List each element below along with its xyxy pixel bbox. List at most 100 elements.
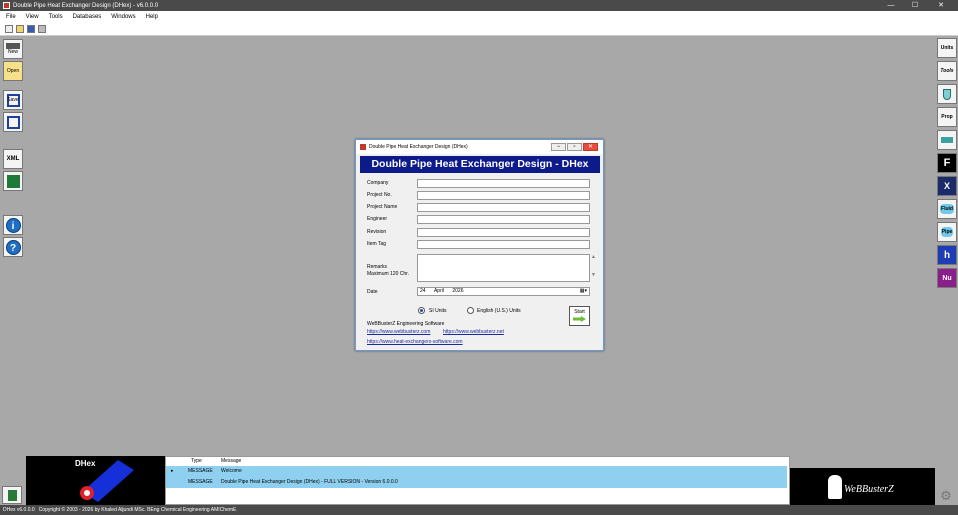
h-coefficient-button[interactable]: h [937,245,957,265]
message-text: Double Pipe Heat Exchanger Design (DHex)… [221,479,398,485]
webbusterz-logo: WeBBusterZ [790,468,935,505]
message-header: Type Message [166,457,787,466]
info-button[interactable]: i [3,215,23,235]
dialog-close-button[interactable]: ✕ [583,143,598,151]
flask-icon [943,88,951,100]
new-file-icon[interactable] [5,25,13,33]
link-heat-exchangers-software[interactable]: https://www.heat-exchangers-software.com [367,339,463,345]
calendar-dropdown-icon[interactable]: ▦▾ [580,288,587,295]
project-no-label: Project No. [367,192,392,198]
properties-button[interactable]: Prop [937,107,957,127]
app-icon [3,2,10,9]
help-icon: ? [5,239,21,255]
exchanger-button[interactable]: X [937,176,957,196]
message-text: Welcome [221,468,242,474]
si-units-label[interactable]: SI Units [429,308,447,314]
open-icon: Open [6,68,20,74]
dialog-app-icon [360,144,366,150]
menu-databases[interactable]: Databases [73,14,102,20]
date-label: Date [367,289,378,295]
save-icon[interactable] [27,25,35,33]
fluid-button[interactable]: Fluid [937,199,957,219]
link-webbusterz-com[interactable]: https://www.webbusterz.com [367,329,430,335]
right-toolbar: Units Tools Prop F X Fluid Pipe h Nu [934,36,958,456]
project-name-input[interactable] [417,203,590,212]
window-title: Double Pipe Heat Exchanger Design (DHex)… [13,2,159,9]
exit-icon [8,490,17,501]
webbusterz-logo-text: WeBBusterZ [844,484,894,495]
title-bar: Double Pipe Heat Exchanger Design (DHex)… [0,0,958,11]
nusselt-button[interactable]: Nu [937,268,957,288]
units-icon: Units [940,45,954,51]
engineer-input[interactable] [417,215,590,224]
company-input[interactable] [417,179,590,188]
english-units-label[interactable]: English (U.S.) Units [477,308,521,314]
link-webbusterz-net[interactable]: https://www.webbusterz.net [443,329,504,335]
pipe-db-icon: Pipe [940,227,954,237]
project-no-input[interactable] [417,191,590,200]
dhex-logo: DHex [26,456,165,505]
exit-button[interactable] [2,486,22,504]
item-tag-input[interactable] [417,240,590,249]
dialog-banner: Double Pipe Heat Exchanger Design - DHex [360,156,600,173]
save-as-button[interactable] [3,112,23,132]
message-type: MESSAGE [188,468,213,474]
revision-label: Revision [367,229,387,235]
menu-view[interactable]: View [26,14,39,20]
double-pipe-graphic [80,460,134,502]
date-month: April [433,288,444,294]
english-units-radio[interactable] [467,307,474,314]
date-year: 2026 [452,288,464,294]
exchanger-icon: X [943,181,950,191]
remarks-textarea[interactable] [417,254,590,282]
minimize-button[interactable]: — [880,0,902,11]
menu-tools[interactable]: Tools [49,14,63,20]
type-column-header[interactable]: Type [191,457,202,466]
pipe-database-button[interactable]: Pipe [937,222,957,242]
message-type: MESSAGE [188,479,213,485]
date-picker[interactable]: 24 April 2026 ▦▾ [417,287,590,296]
menu-bar: File View Tools Databases Windows Help [0,11,958,23]
settings-button[interactable]: ⚙ [937,487,955,504]
dialog-title-bar: Double Pipe Heat Exchanger Design (DHex)… [356,140,603,154]
f-factor-button[interactable]: F [937,153,957,173]
project-info-dialog: Double Pipe Heat Exchanger Design (DHex)… [355,139,604,351]
save-as-icon [6,115,20,129]
dialog-restore-button[interactable]: ▫ [567,143,582,151]
excel-export-button[interactable] [3,171,23,191]
xml-export-button[interactable]: XML [3,149,23,169]
units-button[interactable]: Units [937,38,957,58]
start-button[interactable]: Start [569,306,590,326]
si-units-radio[interactable] [418,307,425,314]
open-folder-icon[interactable] [16,25,24,33]
pipe-button[interactable] [937,130,957,150]
menu-windows[interactable]: Windows [111,14,135,20]
new-button[interactable]: New [3,39,23,59]
message-row-1[interactable]: ▸ MESSAGE Welcome [166,466,787,477]
item-tag-label: Item Tag [367,241,387,247]
revision-input[interactable] [417,228,590,237]
open-button[interactable]: Open [3,61,23,81]
remarks-scrollbar[interactable]: ▲ ▼ [590,254,597,282]
status-version: DHex v6.0.0.0 [3,507,35,513]
h-coefficient-icon: h [943,249,951,261]
flask-button[interactable] [937,84,957,104]
tools-button[interactable]: Tools [937,61,957,81]
message-column-header[interactable]: Message [221,457,241,466]
help-button[interactable]: ? [3,237,23,257]
pipe-icon [941,137,953,143]
company-label: Company [367,180,389,186]
menu-help[interactable]: Help [146,14,158,20]
print-icon[interactable] [38,25,46,33]
remarks-hint: Maximum 120 Chr. [367,271,409,277]
close-button[interactable]: ✕ [930,0,952,11]
maximize-button[interactable]: ☐ [904,0,926,11]
left-toolbar: New Open Save XML i ? [0,36,26,456]
webbusterz-mascot-icon [828,475,842,499]
message-row-2[interactable]: MESSAGE Double Pipe Heat Exchanger Desig… [166,477,787,488]
save-icon: Save [6,93,20,107]
menu-file[interactable]: File [6,14,16,20]
dialog-minimize-button[interactable]: − [551,143,566,151]
project-name-label: Project Name [367,204,398,210]
save-button[interactable]: Save [3,90,23,110]
